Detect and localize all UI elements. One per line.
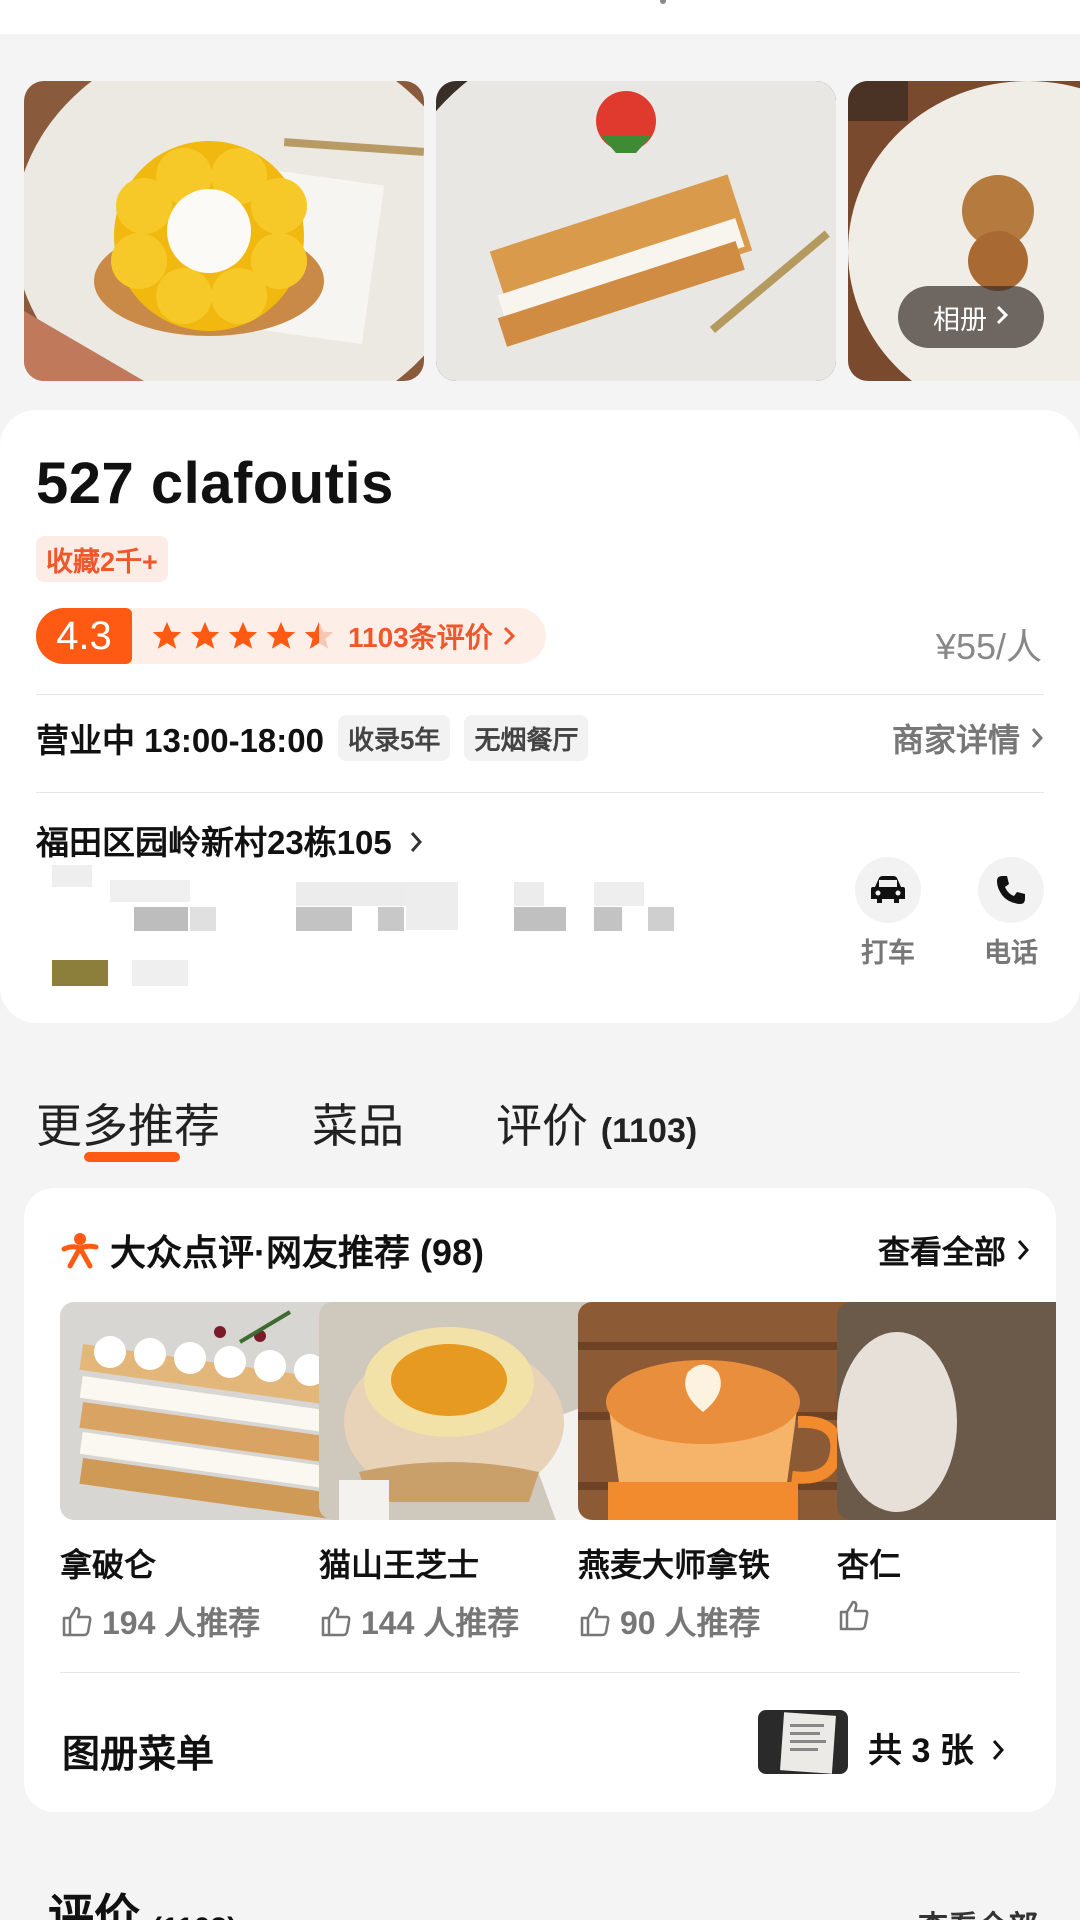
tab-more-recommendations[interactable]: 更多推荐: [36, 1090, 220, 1156]
top-strip: [0, 0, 1080, 34]
dish-recommend-count: 144 人推荐: [319, 1598, 613, 1644]
tab-label: 菜品: [312, 1100, 404, 1152]
thumbs-up-icon: [837, 1598, 871, 1632]
menu-thumbnail[interactable]: [758, 1710, 848, 1774]
strawberry-napoleon-photo[interactable]: [436, 81, 836, 381]
star-icon: [190, 621, 220, 649]
rating-score: 4.3: [36, 608, 132, 664]
chevron-right-icon: [1030, 726, 1044, 750]
recommendation-card: 大众点评·网友推荐 (98) 查看全部 拿破仑 194 人推荐 猫山王芝士 14…: [24, 1188, 1056, 1812]
tab-label: 评价: [496, 1100, 588, 1152]
recommendation-header: 大众点评·网友推荐 (98) 查看全部: [60, 1224, 1030, 1276]
tab-label: 更多推荐: [36, 1100, 220, 1152]
favorites-badge: 收藏2千+: [36, 536, 168, 582]
section-tabs: 更多推荐 菜品 评价 (1103): [36, 1090, 789, 1180]
review-count-link[interactable]: 1103条评价: [348, 616, 493, 656]
tag-non-smoking: 无烟餐厅: [464, 715, 589, 761]
see-all-link[interactable]: 查看全部: [878, 1227, 1006, 1273]
tab-dishes[interactable]: 菜品: [312, 1090, 404, 1156]
chevron-right-icon: [991, 1732, 1005, 1771]
chevron-right-icon: [409, 824, 423, 862]
dish-name: 杏仁: [837, 1547, 902, 1583]
dish-recommend-text: 144 人推荐: [361, 1605, 520, 1641]
thumbs-up-icon: [319, 1604, 353, 1638]
reviews-see-all-link[interactable]: 查看全部: [918, 1902, 1038, 1920]
photo-menu-label[interactable]: 图册菜单: [62, 1723, 214, 1778]
chevron-right-icon: [503, 625, 515, 647]
thumbs-up-icon: [60, 1604, 94, 1638]
address-link[interactable]: 福田区园岭新村23栋105: [36, 816, 423, 864]
phone-label: 电话: [984, 938, 1038, 968]
chevron-right-icon: [1016, 1238, 1030, 1262]
taxi-label: 打车: [861, 938, 915, 968]
star-icon: [266, 621, 296, 649]
reviews-title: 评价: [48, 1890, 140, 1920]
rating-row[interactable]: 4.3 1103条评价: [36, 608, 546, 664]
reviews-count: (1103): [152, 1912, 237, 1920]
rating-stars: [150, 619, 336, 653]
star-icon: [152, 621, 182, 649]
album-button[interactable]: 相册: [898, 286, 1044, 348]
dish-name: 猫山王芝士: [319, 1547, 480, 1583]
tag-listed-years: 收录5年: [337, 715, 451, 761]
phone-icon: [978, 857, 1044, 923]
dish-recommend-count: 194 人推荐: [60, 1598, 354, 1644]
half-star-icon: [304, 621, 334, 649]
dish-card[interactable]: 燕麦大师拿铁 90 人推荐: [578, 1302, 872, 1644]
hours-row: 营业中 13:00-18:00 收录5年 无烟餐厅 商家详情: [36, 710, 1044, 766]
star-icon: [228, 621, 258, 649]
tab-reviews[interactable]: 评价 (1103): [496, 1090, 697, 1156]
dish-photo: [837, 1302, 1056, 1520]
divider: [36, 694, 1044, 695]
dish-recommend-text: 194 人推荐: [102, 1605, 261, 1641]
napoleon-photo: [60, 1302, 354, 1520]
dish-recommend-text: 90 人推荐: [620, 1605, 761, 1641]
photo-gallery[interactable]: 相册: [0, 34, 1080, 420]
reviews-section-header: 评价 (1103) 查看全部: [48, 1880, 1038, 1920]
recommendation-title: 大众点评·网友推荐 (98): [110, 1232, 485, 1273]
price-per-person: ¥55/人: [935, 626, 1042, 667]
phone-action[interactable]: 电话: [976, 857, 1046, 970]
merchant-details-link[interactable]: 商家详情: [892, 715, 1020, 761]
active-tab-indicator: [84, 1152, 180, 1162]
shop-info-card: 527 clafoutis 收藏2千+ 4.3 1103条评价 ¥55/人 营业…: [0, 410, 1080, 1023]
menu-count-text: 共 3 张: [868, 1732, 974, 1770]
address-text: 福田区园岭新村23栋105: [36, 824, 392, 861]
business-hours: 营业中 13:00-18:00: [36, 722, 324, 759]
mango-tart-photo[interactable]: [24, 81, 424, 381]
tab-count: (1103): [600, 1112, 698, 1150]
divider: [36, 792, 1044, 793]
dish-card[interactable]: 杏仁: [837, 1302, 1056, 1632]
dish-carousel[interactable]: 拿破仑 194 人推荐 猫山王芝士 144 人推荐 燕麦大师拿铁 90 人推荐 …: [60, 1302, 1056, 1662]
menu-photo-count[interactable]: 共 3 张: [868, 1723, 1005, 1772]
dianping-logo-icon: [60, 1230, 100, 1270]
shop-name: 527 clafoutis: [36, 451, 394, 516]
thumbs-up-icon: [578, 1604, 612, 1638]
dish-recommend-count: [837, 1598, 1056, 1632]
taxi-action[interactable]: 打车: [853, 857, 923, 970]
durian-cheese-photo: [319, 1302, 613, 1520]
dish-name: 拿破仑: [60, 1547, 157, 1583]
oat-latte-photo: [578, 1302, 872, 1520]
dish-card[interactable]: 拿破仑 194 人推荐: [60, 1302, 354, 1644]
dish-card[interactable]: 猫山王芝士 144 人推荐: [319, 1302, 613, 1644]
divider: [60, 1672, 1020, 1673]
dish-recommend-count: 90 人推荐: [578, 1598, 872, 1644]
car-icon: [855, 857, 921, 923]
scroll-indicator: [660, 0, 666, 4]
dish-name: 燕麦大师拿铁: [578, 1547, 771, 1583]
chevron-right-icon: [995, 302, 1009, 333]
album-label: 相册: [933, 304, 987, 335]
